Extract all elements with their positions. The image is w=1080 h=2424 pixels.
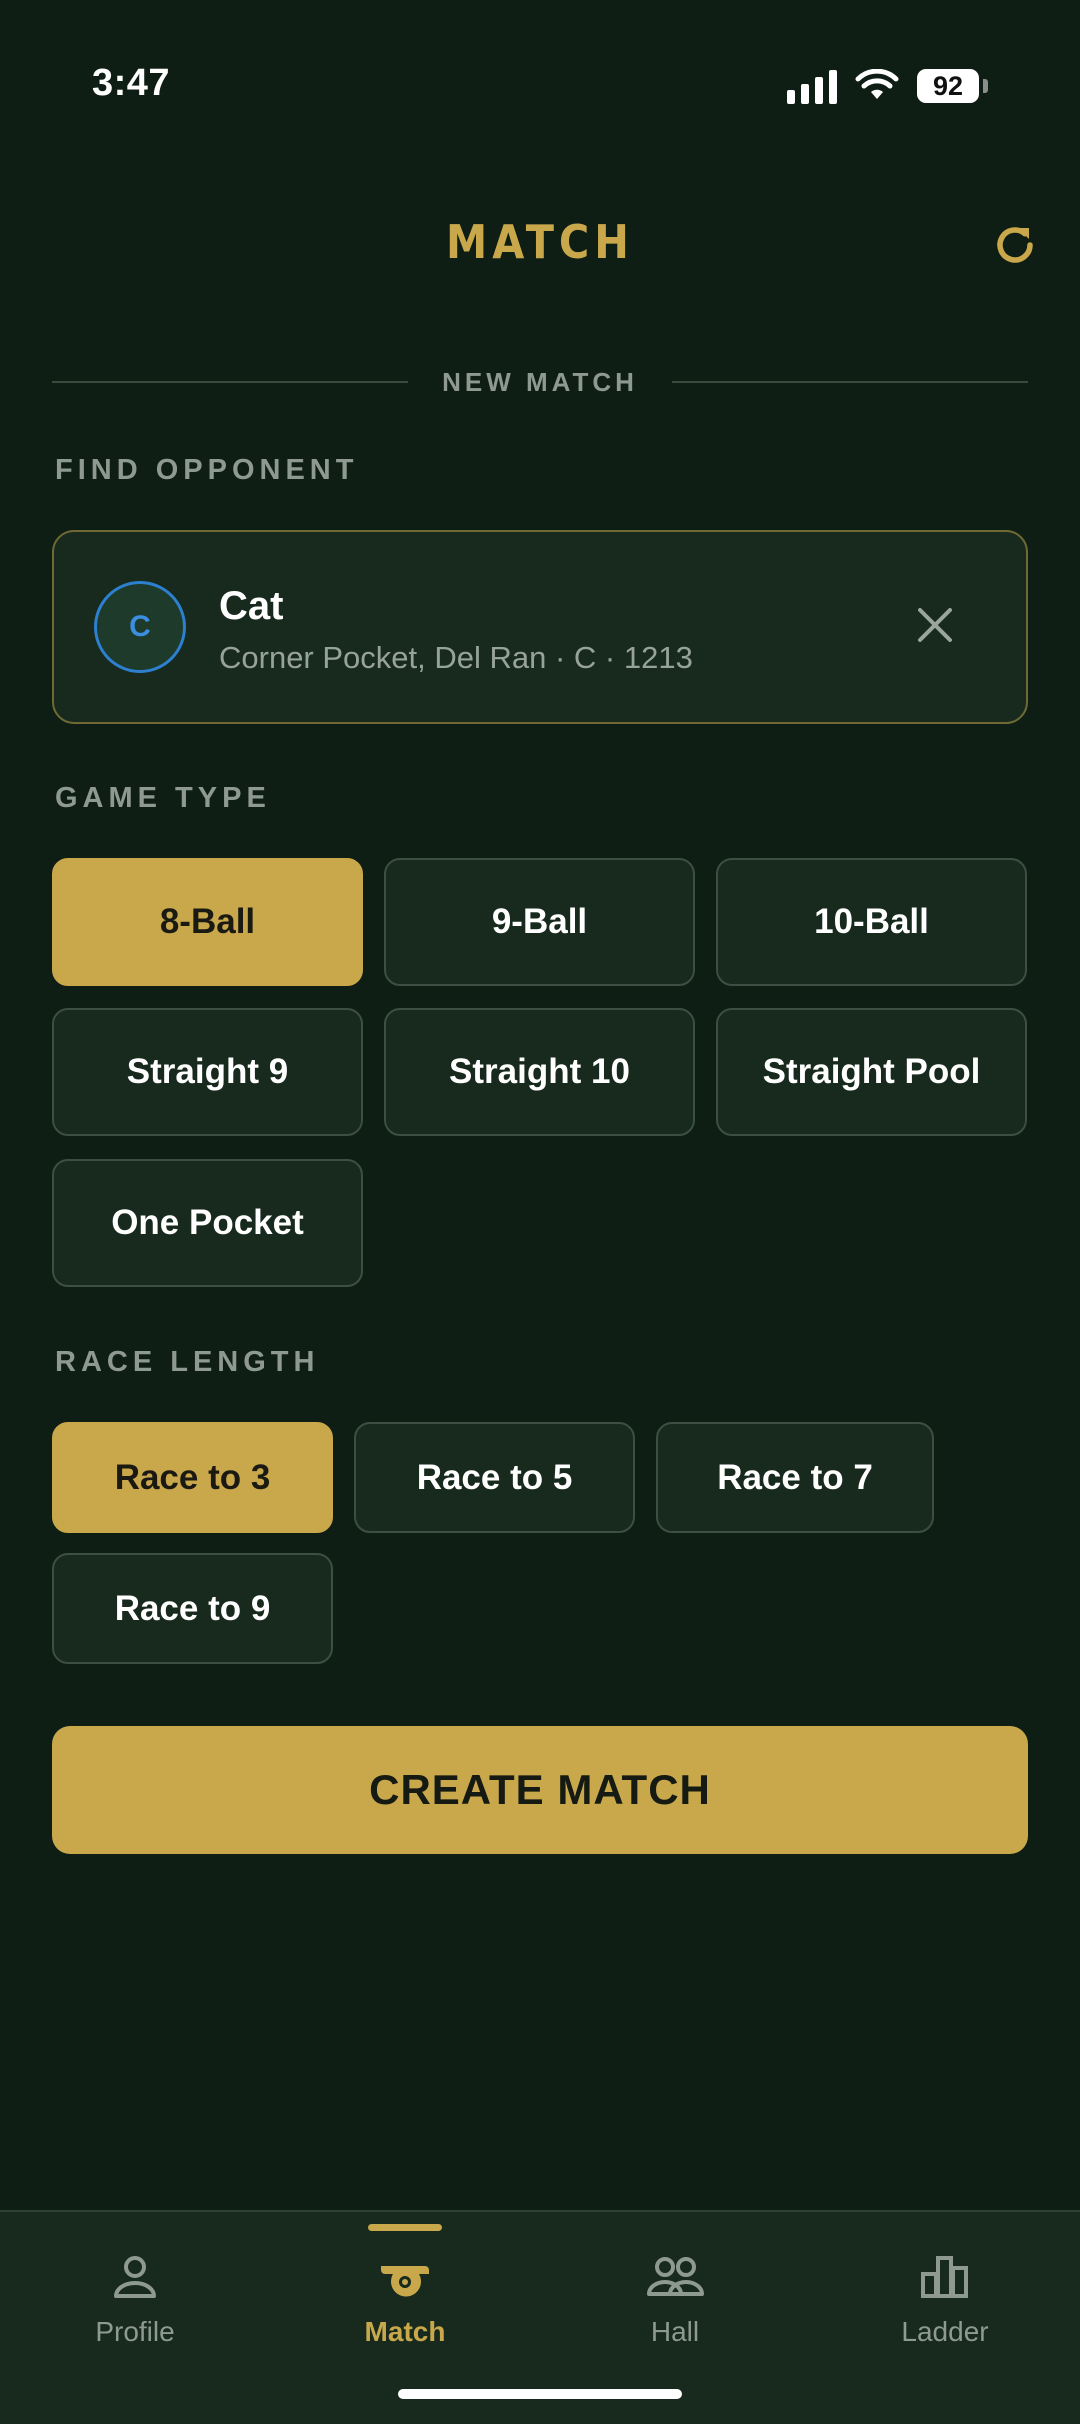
tab-ladder-label: Ladder bbox=[901, 2316, 989, 2347]
wifi-icon bbox=[855, 69, 899, 99]
status-time: 3:47 bbox=[92, 62, 171, 104]
game-type-option-9-ball[interactable]: 9-Ball bbox=[384, 858, 695, 986]
tab-hall-label: Hall bbox=[650, 2316, 700, 2347]
bar-chart-icon bbox=[921, 2256, 968, 2298]
page-title: MATCH bbox=[446, 215, 634, 269]
race-length-label: RACE LENGTH bbox=[55, 1346, 320, 1378]
tab-profile[interactable]: Profile bbox=[0, 2252, 270, 2348]
find-opponent-label: FIND OPPONENT bbox=[55, 454, 359, 486]
section-title: NEW MATCH bbox=[442, 366, 638, 397]
game-type-option-straight-9[interactable]: Straight 9 bbox=[52, 1008, 363, 1136]
race-option-7[interactable]: Race to 7 bbox=[656, 1422, 934, 1533]
opponent-name: Cat bbox=[219, 584, 284, 628]
tab-ladder[interactable]: Ladder bbox=[810, 2252, 1080, 2348]
opponent-card[interactable]: C Cat Corner Pocket, Del Ran · C · 1213 bbox=[52, 530, 1028, 724]
opponent-detail: Corner Pocket, Del Ran · C · 1213 bbox=[219, 640, 693, 675]
match-screen: 3:47 92 MATCH NEW MATCH FIND OPPONENT C … bbox=[0, 0, 1080, 2424]
game-type-option-straight-10[interactable]: Straight 10 bbox=[384, 1008, 695, 1136]
tab-hall[interactable]: Hall bbox=[540, 2252, 810, 2348]
whistle-icon bbox=[381, 2266, 429, 2297]
home-indicator[interactable] bbox=[398, 2389, 682, 2399]
battery-icon: 92 bbox=[917, 69, 988, 103]
person-icon bbox=[114, 2256, 156, 2298]
race-option-9[interactable]: Race to 9 bbox=[52, 1553, 333, 1664]
tab-match[interactable]: Match bbox=[270, 2252, 540, 2348]
game-type-option-straight-pool[interactable]: Straight Pool bbox=[716, 1008, 1027, 1136]
game-type-option-8-ball[interactable]: 8-Ball bbox=[52, 858, 363, 986]
game-type-label: GAME TYPE bbox=[55, 782, 271, 814]
cellular-signal-icon bbox=[787, 68, 837, 104]
race-option-3[interactable]: Race to 3 bbox=[52, 1422, 333, 1533]
status-indicators: 92 bbox=[787, 66, 988, 106]
game-type-option-10-ball[interactable]: 10-Ball bbox=[716, 858, 1027, 986]
active-tab-indicator bbox=[368, 2224, 442, 2231]
race-option-5[interactable]: Race to 5 bbox=[354, 1422, 635, 1533]
section-divider: NEW MATCH bbox=[52, 362, 1029, 402]
create-match-button[interactable]: CREATE MATCH bbox=[52, 1726, 1028, 1854]
people-icon bbox=[647, 2257, 704, 2296]
avatar: C bbox=[94, 581, 186, 673]
game-type-option-one-pocket[interactable]: One Pocket bbox=[52, 1159, 363, 1287]
tab-match-label: Match bbox=[364, 2316, 446, 2347]
refresh-icon[interactable] bbox=[990, 220, 1040, 270]
tab-profile-label: Profile bbox=[95, 2316, 175, 2347]
battery-level: 92 bbox=[917, 69, 979, 103]
close-icon[interactable] bbox=[914, 604, 956, 646]
